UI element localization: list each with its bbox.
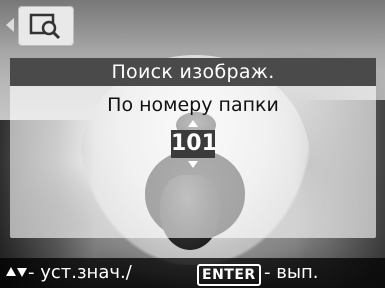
top-mode-bar	[0, 0, 385, 50]
help-bar: - уст.знач./ ENTER - вып.	[0, 258, 385, 288]
dialog-title: Поиск изображ.	[10, 58, 376, 86]
arrow-left-icon[interactable]	[6, 18, 14, 32]
increase-arrow-icon[interactable]	[188, 120, 198, 127]
decrease-arrow-icon[interactable]	[188, 161, 198, 168]
camera-screen: Поиск изображ. По номеру папки 101 - уст…	[0, 0, 385, 288]
dialog-subtitle: По номеру папки	[107, 94, 279, 116]
enter-key-label: ENTER	[197, 264, 261, 286]
help-set-value-text: - уст.знач./	[28, 262, 132, 283]
help-execute-text: - вып.	[264, 262, 319, 283]
folder-number-value[interactable]: 101	[171, 130, 217, 158]
image-search-icon	[29, 13, 61, 40]
folder-number-stepper[interactable]: 101	[171, 118, 217, 174]
image-search-mode-button[interactable]	[18, 6, 74, 46]
image-search-dialog: Поиск изображ. По номеру папки 101	[10, 58, 376, 238]
